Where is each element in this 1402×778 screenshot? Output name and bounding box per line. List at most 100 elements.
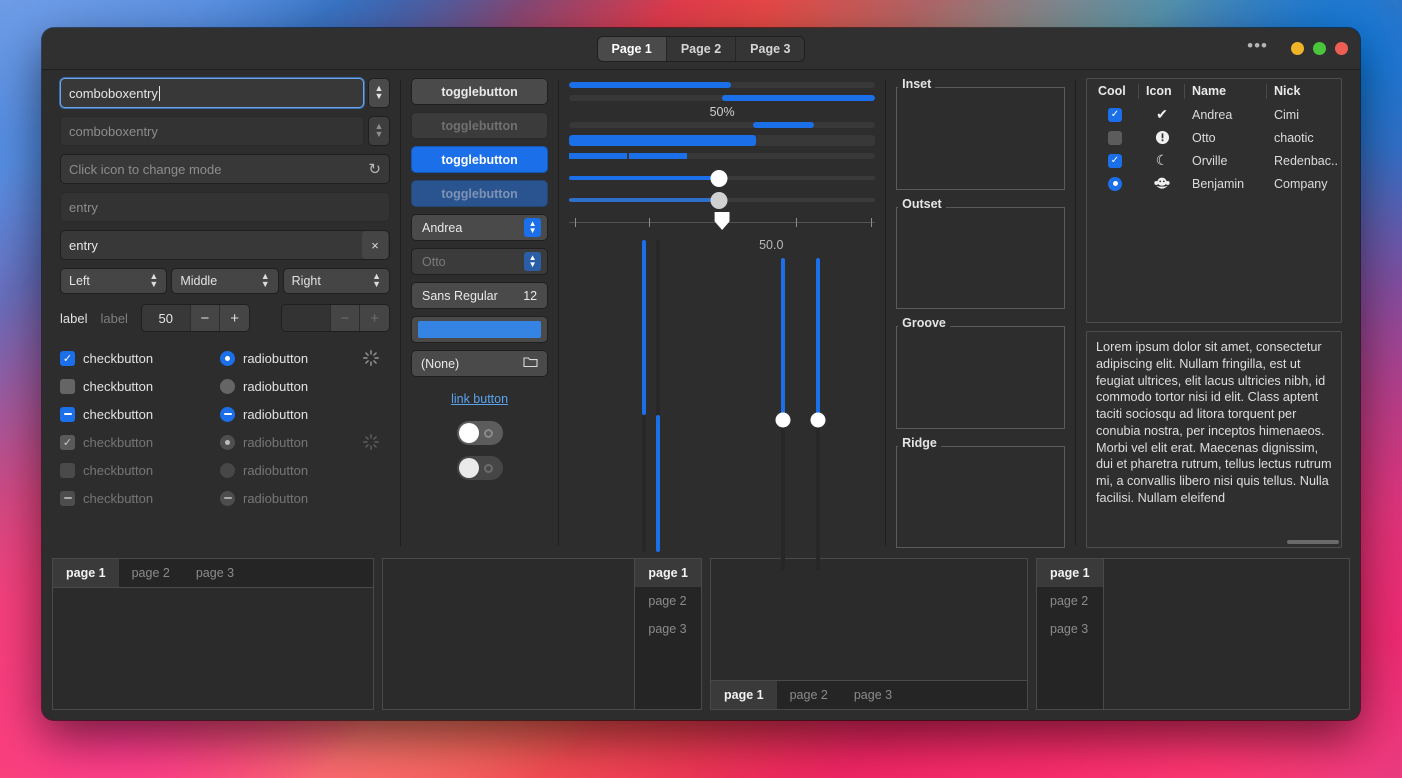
textview-body: Lorem ipsum dolor sit amet, consectetur … — [1096, 340, 1332, 505]
textview[interactable]: Lorem ipsum dolor sit amet, consectetur … — [1086, 331, 1342, 548]
notebook-top-tab-1[interactable]: page 1 — [53, 559, 119, 587]
checkbox-checked-disabled-icon: ✓ — [60, 434, 75, 450]
spinbutton-value[interactable]: 50 — [141, 305, 190, 331]
checkbutton-3[interactable]: checkbutton — [60, 406, 220, 422]
frame-ridge-title: Ridge — [898, 435, 941, 450]
file-chooser-button[interactable]: (None) — [411, 350, 549, 377]
comboboxentry-dropdown-icon[interactable]: ▲ ▼ — [368, 78, 390, 108]
row-cool-cell[interactable] — [1091, 130, 1139, 145]
column-header-icon[interactable]: Icon — [1139, 83, 1185, 99]
clear-icon[interactable]: × — [362, 231, 388, 259]
checkbox-unchecked-icon[interactable] — [1108, 130, 1122, 145]
refresh-icon[interactable]: ↻ — [368, 160, 381, 178]
marks-handle[interactable] — [714, 212, 730, 230]
checkbox-mixed-icon[interactable] — [60, 406, 75, 422]
column-header-name[interactable]: Name — [1185, 83, 1267, 99]
color-chooser-button[interactable] — [411, 316, 549, 343]
checkbutton-1-label: checkbutton — [83, 350, 154, 366]
radiobutton-3[interactable]: radiobutton — [220, 406, 350, 422]
checkbutton-1[interactable]: ✓ checkbutton — [60, 350, 220, 366]
vscale-2[interactable] — [649, 240, 667, 552]
row-cool-cell[interactable] — [1091, 176, 1139, 191]
maximize-button[interactable] — [1313, 42, 1326, 55]
hscale-with-marks[interactable] — [569, 212, 876, 230]
combo-middle[interactable]: Middle ▲ ▼ — [171, 268, 279, 294]
notebook-right-tab-2[interactable]: page 2 — [635, 587, 701, 615]
column-header-nick[interactable]: Nick — [1267, 84, 1337, 99]
notebook-top-tab-2[interactable]: page 2 — [119, 559, 183, 587]
notebook-right-tab-1[interactable]: page 1 — [635, 559, 701, 587]
togglebutton-3-active[interactable]: togglebutton — [411, 146, 549, 173]
comboboxentry-input[interactable]: comboboxentry — [60, 78, 364, 108]
checkbutton-2[interactable]: checkbutton — [60, 378, 220, 394]
checkbox-checked-icon[interactable]: ✓ — [1108, 153, 1122, 168]
table-row[interactable]: Otto chaotic — [1087, 126, 1341, 149]
radiobutton-1[interactable]: radiobutton — [220, 350, 350, 366]
radiobutton-2[interactable]: radiobutton — [220, 378, 350, 394]
table-row[interactable]: ✓ ☾ Orville Redenbac... — [1087, 149, 1341, 172]
warning-circle-icon — [1139, 130, 1185, 145]
app-chooser-button[interactable]: Andrea ▲ ▼ — [411, 214, 549, 241]
column-header-cool[interactable]: Cool — [1091, 83, 1139, 99]
spinbutton-plus-icon[interactable]: + — [219, 305, 249, 331]
spinbutton[interactable]: 50 − + — [140, 304, 250, 332]
textview-scrollbar[interactable] — [1287, 540, 1339, 544]
switch-off-indicator-icon — [483, 463, 493, 473]
checkbox-unchecked-icon[interactable] — [60, 378, 75, 394]
radio-mixed-icon[interactable] — [220, 406, 235, 422]
hscale-2-fill — [569, 198, 720, 202]
switch-on[interactable] — [456, 421, 503, 445]
frame-groove-box — [896, 326, 1065, 429]
notebook-left-tab-3[interactable]: page 3 — [1037, 615, 1103, 643]
link-button[interactable]: link button — [411, 392, 548, 406]
vscale-4[interactable] — [809, 258, 827, 570]
vscale-4-handle[interactable] — [810, 412, 826, 428]
check-circle-icon: ✔︎ — [1156, 106, 1168, 122]
close-button[interactable] — [1335, 42, 1348, 55]
combo-left[interactable]: Left ▲ ▼ — [60, 268, 168, 294]
menu-icon[interactable]: ••• — [1247, 37, 1268, 60]
notebook-bottom-tab-1[interactable]: page 1 — [711, 681, 777, 709]
table-row[interactable]: Benjamin Company — [1087, 172, 1341, 195]
checkbox-checked-icon[interactable]: ✓ — [1108, 107, 1122, 122]
notebook-bottom-tab-3[interactable]: page 3 — [841, 681, 905, 709]
notebook-right-tab-3[interactable]: page 3 — [635, 615, 701, 643]
app-chooser-button-disabled: Otto ▲ ▼ — [411, 248, 549, 275]
checkbox-checked-icon[interactable]: ✓ — [60, 350, 75, 366]
vscale-3-handle[interactable] — [775, 412, 791, 428]
notebook-bottom-tab-2[interactable]: page 2 — [777, 681, 841, 709]
radio-selected-icon[interactable] — [220, 350, 235, 366]
treeview[interactable]: Cool Icon Name Nick ✓ ✔︎ Andrea Cimi Ott… — [1086, 78, 1342, 323]
radio-unselected-icon[interactable] — [220, 378, 235, 394]
notebook-left-tab-2[interactable]: page 2 — [1037, 587, 1103, 615]
table-row[interactable]: ✓ ✔︎ Andrea Cimi — [1087, 103, 1341, 126]
frames-column: Inset Outset Groove Ridge — [886, 77, 1075, 548]
vscale-3[interactable] — [774, 258, 792, 570]
stack-tab-page-2[interactable]: Page 2 — [666, 36, 737, 61]
minimize-button[interactable] — [1291, 42, 1304, 55]
hscale-1-fill — [569, 176, 720, 180]
row-name-cell: Otto — [1192, 130, 1216, 145]
combo-box-row: Left ▲ ▼ Middle ▲ ▼ Right ▲ ▼ — [60, 268, 390, 294]
togglebutton-1[interactable]: togglebutton — [411, 78, 549, 105]
row-cool-cell[interactable]: ✓ — [1091, 107, 1139, 122]
radio-selected-icon[interactable] — [1108, 176, 1122, 191]
chevron-updown-icon[interactable]: ▲ ▼ — [524, 218, 542, 237]
combo-right[interactable]: Right ▲ ▼ — [282, 268, 390, 294]
hscale-1-handle[interactable] — [710, 169, 728, 187]
stack-tab-page-1[interactable]: Page 1 — [597, 36, 667, 61]
hscale-1[interactable] — [569, 167, 876, 189]
check-radio-row: ✓ checkbutton radiobutton — [60, 346, 390, 370]
placeholder-entry[interactable]: entry — [60, 192, 390, 222]
spinbutton-minus-icon[interactable]: − — [189, 305, 220, 331]
widget-factory-window: Page 1 Page 2 Page 3 ••• comboboxentry ▲… — [42, 28, 1360, 720]
stack-tab-page-3[interactable]: Page 3 — [736, 36, 805, 61]
notebook-top-tab-3[interactable]: page 3 — [183, 559, 247, 587]
checkbutton-6-label: checkbutton — [83, 490, 154, 506]
notebook-left-tab-1[interactable]: page 1 — [1037, 559, 1103, 587]
icon-mode-entry[interactable]: Click icon to change mode ↻ — [60, 154, 390, 184]
clearable-entry[interactable]: entry × — [60, 230, 390, 260]
row-cool-cell[interactable]: ✓ — [1091, 153, 1139, 168]
font-chooser-button[interactable]: Sans Regular 12 — [411, 282, 549, 309]
frame-inset: Inset — [896, 77, 1065, 190]
